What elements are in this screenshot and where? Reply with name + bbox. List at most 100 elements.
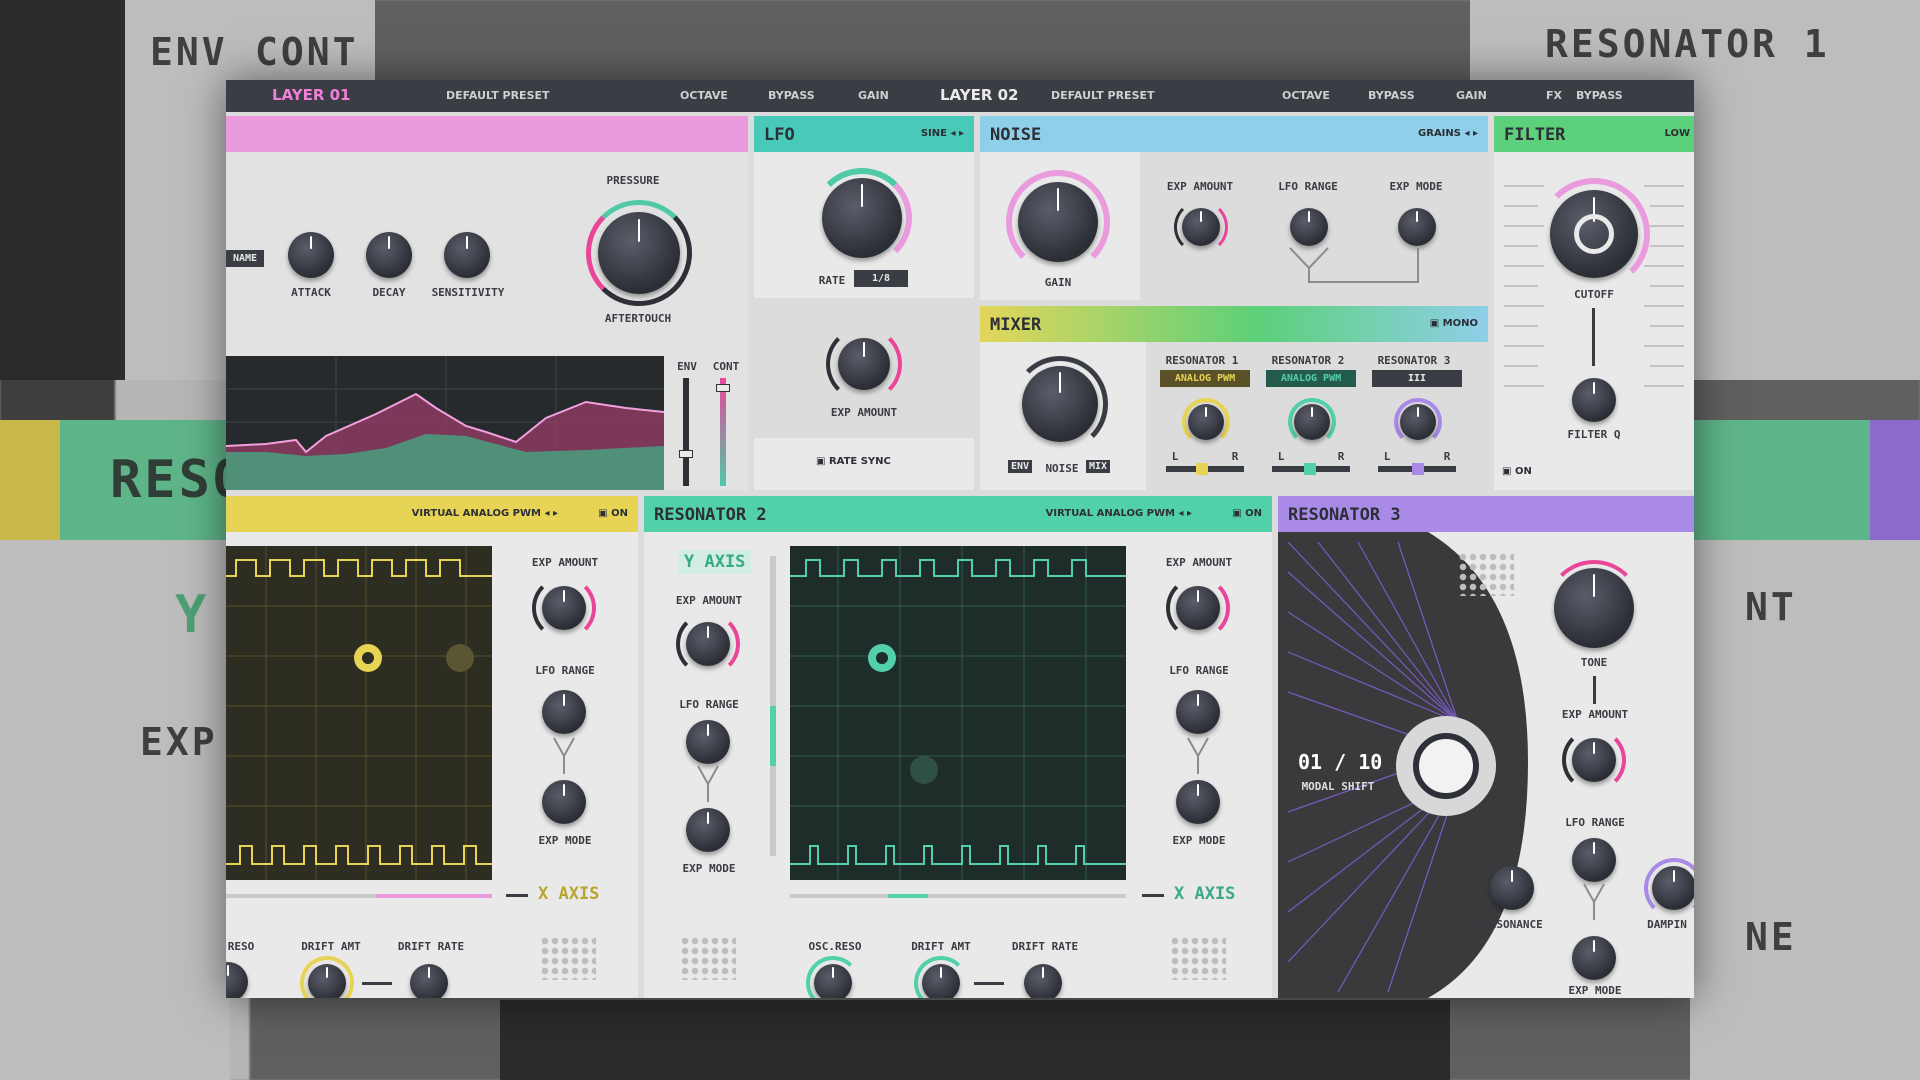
fx-label[interactable]: FX xyxy=(1546,89,1562,102)
noise-exp-amount-knob[interactable] xyxy=(1182,208,1220,246)
res2-on-toggle[interactable]: ▣ ON xyxy=(1232,508,1262,519)
top-bar: LAYER 01 DEFAULT PRESET OCTAVE BYPASS GA… xyxy=(226,80,1694,112)
res2-drift-rate-label: DRIFT RATE xyxy=(1011,940,1079,953)
bg-label-env: ENV xyxy=(150,30,228,74)
attack-knob[interactable] xyxy=(288,232,334,278)
lfo-rate-knob[interactable] xyxy=(822,178,902,258)
noise-gain-knob[interactable] xyxy=(1018,182,1098,262)
res2-osc-reso-knob[interactable] xyxy=(814,964,852,998)
noise-lfo-range-knob[interactable] xyxy=(1290,208,1328,246)
lfo-shape-select[interactable]: SINE ◂ ▸ xyxy=(921,128,964,139)
res2-x-scroll[interactable] xyxy=(790,894,1126,898)
pressure-knob[interactable] xyxy=(598,212,680,294)
env-slider[interactable] xyxy=(683,378,689,486)
filter-on-toggle[interactable]: ▣ ON xyxy=(1502,466,1532,477)
mixer-res3-r: R xyxy=(1443,450,1451,463)
res3-exp-amount-knob[interactable] xyxy=(1572,738,1616,782)
res1-on-toggle[interactable]: ▣ ON xyxy=(598,508,628,519)
filter-q-knob[interactable] xyxy=(1572,378,1616,422)
res2-x-axis-tag[interactable]: X AXIS xyxy=(1168,882,1241,906)
octave2-select[interactable]: OCTAVE xyxy=(1282,89,1330,102)
noise-lfo-range-label: LFO RANGE xyxy=(1278,180,1338,193)
res1-lfo-range-knob[interactable] xyxy=(542,690,586,734)
mixer-noise-knob[interactable] xyxy=(1022,366,1098,442)
res3-exp-mode-knob[interactable] xyxy=(1572,936,1616,980)
res3-resonance-knob[interactable] xyxy=(1490,866,1534,910)
res1-drift-rate-knob[interactable] xyxy=(410,964,448,998)
mixer-res3-knob[interactable] xyxy=(1400,404,1436,440)
res2-y-axis-tag[interactable]: Y AXIS xyxy=(678,550,752,574)
res1-reso-knob[interactable] xyxy=(226,962,248,998)
res1-xy-grid xyxy=(226,546,492,880)
res2-drift-rate-knob[interactable] xyxy=(1024,964,1062,998)
res2-exp-amount-r-label: EXP AMOUNT xyxy=(1165,556,1233,569)
mixer-mix-tag[interactable]: MIX xyxy=(1086,460,1111,473)
layer2-tab[interactable]: LAYER 02 xyxy=(940,86,1019,104)
res2-exp-amount-r-knob[interactable] xyxy=(1176,586,1220,630)
mixer-res1-knob[interactable] xyxy=(1188,404,1224,440)
res1-mode-select[interactable]: VIRTUAL ANALOG PWM ◂ ▸ xyxy=(412,508,558,519)
res2-lfo-range-l-knob[interactable] xyxy=(686,720,730,764)
mixer-res3-pan-handle[interactable] xyxy=(1412,463,1424,475)
res2-lfo-range-r-knob[interactable] xyxy=(1176,690,1220,734)
res1-exp-amount-label: EXP AMOUNT xyxy=(531,556,599,569)
res2-lfo-range-r-label: LFO RANGE xyxy=(1169,664,1229,677)
env-slider-handle[interactable] xyxy=(679,450,693,458)
res3-damping-knob[interactable] xyxy=(1652,866,1694,910)
fx-bypass-toggle[interactable]: BYPASS xyxy=(1576,89,1623,102)
res2-x-scroll-thumb[interactable] xyxy=(888,894,928,898)
octave1-select[interactable]: OCTAVE xyxy=(680,89,728,102)
mixer-noise-label: NOISE xyxy=(1045,462,1079,475)
noise-gain-label: GAIN xyxy=(1044,276,1072,289)
cont-slider[interactable] xyxy=(720,378,726,486)
noise-type-select[interactable]: GRAINS ◂ ▸ xyxy=(1418,128,1478,139)
preset1-select[interactable]: DEFAULT PRESET xyxy=(446,89,550,102)
res2-mode-select[interactable]: VIRTUAL ANALOG PWM ◂ ▸ xyxy=(1046,508,1192,519)
mixer-res2-pan-handle[interactable] xyxy=(1304,463,1316,475)
mixer-res1-mode[interactable]: ANALOG PWM xyxy=(1160,370,1250,387)
mixer-env-tag[interactable]: ENV xyxy=(1008,460,1033,473)
res3-tone-knob[interactable] xyxy=(1554,568,1634,648)
filter-link-line xyxy=(1592,308,1595,366)
res2-xy-pad[interactable] xyxy=(790,546,1126,880)
res1-x-axis-tag[interactable]: X AXIS xyxy=(532,882,605,906)
layer1-tab[interactable]: LAYER 01 xyxy=(272,86,351,104)
cont-slider-handle[interactable] xyxy=(716,384,730,392)
res2-exp-mode-l-knob[interactable] xyxy=(686,808,730,852)
gain2-control[interactable]: GAIN xyxy=(1456,89,1487,102)
noise-exp-mode-knob[interactable] xyxy=(1398,208,1436,246)
lfo-rate-value[interactable]: 1/8 xyxy=(854,270,908,287)
mixer-res3-label: RESONATOR 3 xyxy=(1377,354,1451,367)
res1-xy-pad[interactable] xyxy=(226,546,492,880)
mixer-res2-knob[interactable] xyxy=(1294,404,1330,440)
res1-exp-mode-knob[interactable] xyxy=(542,780,586,824)
res2-y-scroll-thumb[interactable] xyxy=(770,706,776,766)
res2-exp-mode-r-knob[interactable] xyxy=(1176,780,1220,824)
lfo-exp-amount-knob[interactable] xyxy=(838,338,890,390)
mixer-res2-mode[interactable]: ANALOG PWM xyxy=(1266,370,1356,387)
decay-knob[interactable] xyxy=(366,232,412,278)
res1-drift-amt-knob[interactable] xyxy=(308,964,346,998)
bypass1-toggle[interactable]: BYPASS xyxy=(768,89,815,102)
filter-type-select[interactable]: LOW xyxy=(1664,128,1690,139)
res3-lfo-range-knob[interactable] xyxy=(1572,838,1616,882)
mixer-res3-mode[interactable]: III xyxy=(1372,370,1462,387)
res2-drift-amt-knob[interactable] xyxy=(922,964,960,998)
lfo-rate-sync-toggle[interactable]: ▣ RATE SYNC xyxy=(816,456,891,467)
res1-x-axis-line xyxy=(506,894,528,897)
resonator3-header: RESONATOR 3 xyxy=(1278,496,1694,532)
preset2-select[interactable]: DEFAULT PRESET xyxy=(1051,89,1155,102)
res2-drift-amt-label: DRIFT AMT xyxy=(911,940,971,953)
sensitivity-knob[interactable] xyxy=(444,232,490,278)
exciter-mode-tag[interactable]: NAME xyxy=(226,250,264,267)
mixer-panel: MIXER ▣ MONO ENV NOISE MIX RESONATOR 1 A… xyxy=(980,306,1488,490)
bg-bottom-screen xyxy=(500,1000,1450,1080)
res1-exp-amount-knob[interactable] xyxy=(542,586,586,630)
bypass2-toggle[interactable]: BYPASS xyxy=(1368,89,1415,102)
mixer-mono-toggle[interactable]: ▣ MONO xyxy=(1430,318,1478,329)
res1-x-scroll-thumb[interactable] xyxy=(376,894,492,898)
mixer-res1-pan-handle[interactable] xyxy=(1196,463,1208,475)
bg-label-nt: NT xyxy=(1745,585,1797,629)
gain1-control[interactable]: GAIN xyxy=(858,89,889,102)
res2-exp-amount-l-knob[interactable] xyxy=(686,622,730,666)
